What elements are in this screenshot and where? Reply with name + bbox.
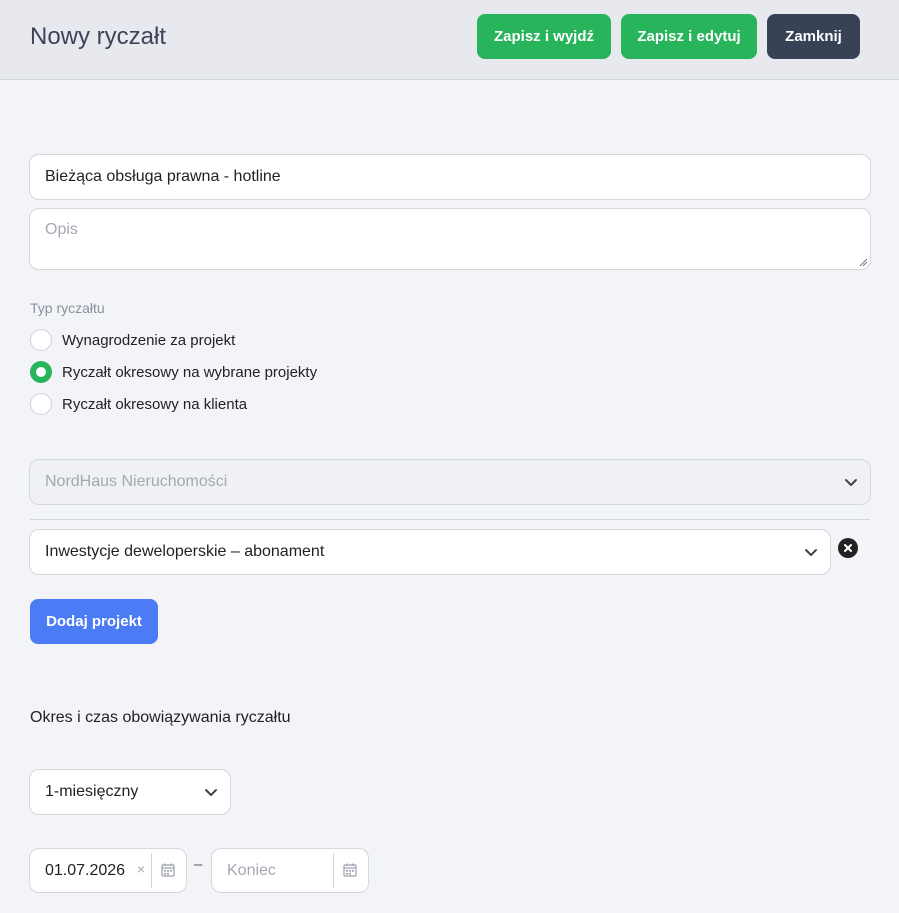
end-date-field[interactable]: Koniec xyxy=(211,848,369,893)
end-date-placeholder: Koniec xyxy=(227,861,276,879)
field-separator xyxy=(151,853,152,888)
save-and-edit-button[interactable]: Zapisz i edytuj xyxy=(621,14,757,59)
period-select-value: 1-miesięczny xyxy=(45,783,139,800)
client-select-value: NordHaus Nieruchomości xyxy=(45,473,228,490)
radio-button[interactable] xyxy=(30,393,52,415)
header-bar: Nowy ryczałt Zapisz i wyjdź Zapisz i edy… xyxy=(0,0,899,80)
remove-project-icon[interactable] xyxy=(838,538,858,558)
project-select[interactable]: Inwestycje deweloperskie – abonament xyxy=(29,529,831,575)
radio-label: Ryczałt okresowy na wybrane projekty xyxy=(62,363,318,381)
project-select-value: Inwestycje deweloperskie – abonament xyxy=(45,543,325,560)
client-select[interactable]: NordHaus Nieruchomości xyxy=(29,459,871,505)
resize-grip-icon[interactable] xyxy=(858,257,868,267)
radio-button-checked[interactable] xyxy=(30,361,52,383)
clear-date-icon[interactable]: × xyxy=(137,861,145,877)
radio-option-periodic-client[interactable]: Ryczałt okresowy na klienta xyxy=(30,393,247,415)
page-title: Nowy ryczałt xyxy=(30,23,167,50)
date-range-separator: – xyxy=(194,856,203,873)
save-and-exit-button[interactable]: Zapisz i wyjdź xyxy=(477,14,611,59)
name-input-value: Bieżąca obsługa prawna - hotline xyxy=(45,168,281,185)
radio-label: Ryczałt okresowy na klienta xyxy=(62,395,248,413)
radio-option-project-fee[interactable]: Wynagrodzenie za projekt xyxy=(30,329,235,351)
period-select[interactable]: 1-miesięczny xyxy=(29,769,231,815)
close-button[interactable]: Zamknij xyxy=(767,14,860,59)
add-project-button[interactable]: Dodaj projekt xyxy=(30,599,158,644)
name-input[interactable]: Bieżąca obsługa prawna - hotline xyxy=(29,154,871,200)
chevron-down-icon xyxy=(845,479,857,486)
radio-option-periodic-projects[interactable]: Ryczałt okresowy na wybrane projekty xyxy=(30,361,317,383)
start-date-field[interactable]: 01.07.2026 × xyxy=(29,848,187,893)
period-section-title: Okres i czas obowiązywania ryczałtu xyxy=(30,709,291,726)
type-label: Typ ryczałtu xyxy=(30,300,105,316)
calendar-icon[interactable] xyxy=(161,863,175,877)
calendar-icon[interactable] xyxy=(343,863,357,877)
chevron-down-icon xyxy=(205,789,217,796)
description-textarea[interactable]: Opis xyxy=(29,208,871,270)
start-date-value: 01.07.2026 xyxy=(45,861,126,879)
radio-label: Wynagrodzenie za projekt xyxy=(62,331,236,349)
field-separator xyxy=(333,853,334,888)
chevron-down-icon xyxy=(805,549,817,556)
description-placeholder: Opis xyxy=(45,221,78,238)
radio-button[interactable] xyxy=(30,329,52,351)
divider xyxy=(30,519,870,520)
